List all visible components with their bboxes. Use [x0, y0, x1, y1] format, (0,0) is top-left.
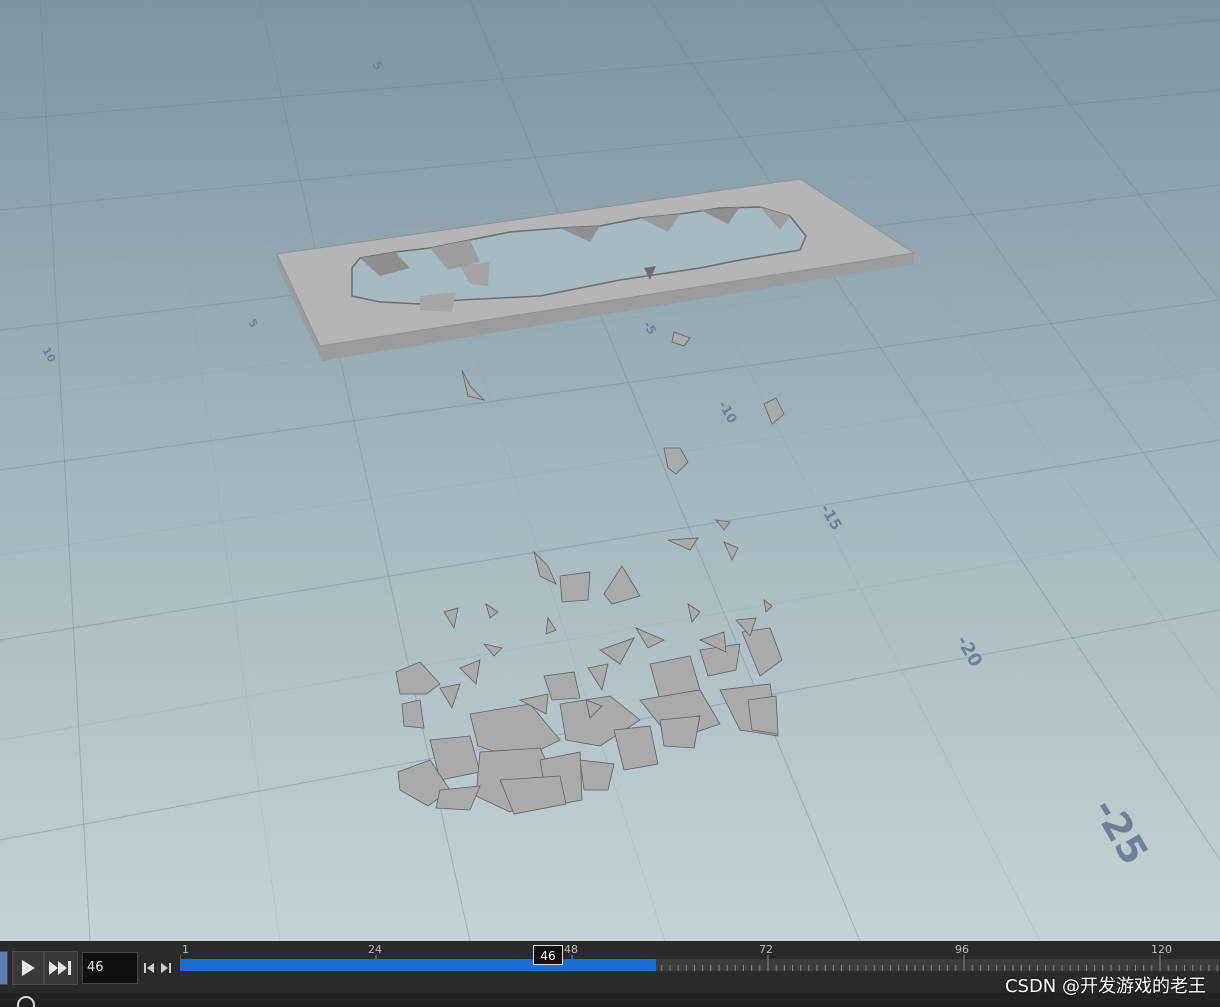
- skip-to-end-button[interactable]: [44, 951, 78, 985]
- play-button[interactable]: [12, 951, 44, 985]
- step-back-button[interactable]: [141, 951, 157, 985]
- cached-range-bar: [180, 959, 656, 971]
- play-icon: [22, 960, 35, 976]
- range-toggle-button[interactable]: [0, 951, 8, 985]
- step-back-icon: [144, 963, 154, 973]
- playback-timeline: 46 1 24 48 72 96 120 46 CSDN @开发游戏的老王: [0, 941, 1220, 1007]
- scene-viewport[interactable]: 5 0 5 -5 -10 -15 -20 -25 10: [0, 0, 1220, 941]
- current-frame-marker[interactable]: 46: [533, 945, 563, 965]
- viewport-canvas: 5 0 5 -5 -10 -15 -20 -25 10: [0, 0, 1220, 941]
- record-icon[interactable]: [16, 995, 36, 1007]
- skip-to-end-icon: [49, 961, 71, 975]
- step-forward-button[interactable]: [158, 951, 174, 985]
- watermark: CSDN @开发游戏的老王: [1004, 976, 1206, 997]
- current-frame-field[interactable]: 46: [82, 952, 138, 984]
- step-forward-icon: [161, 963, 171, 973]
